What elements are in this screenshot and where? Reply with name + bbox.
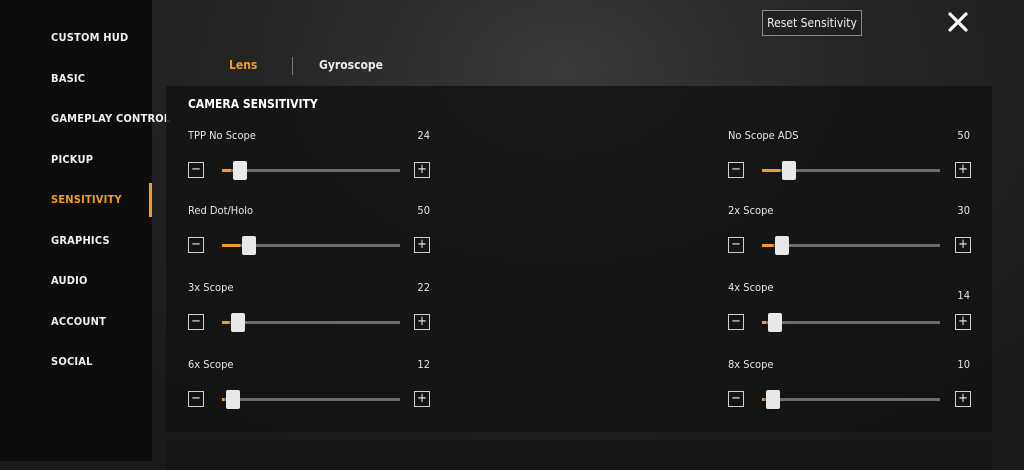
sidebar: CUSTOM HUD BASIC GAMEPLAY CONTROL PICKUP…	[0, 0, 170, 461]
sidebar-item-basic[interactable]: BASIC	[51, 72, 85, 85]
slider-track-4x-scope[interactable]	[762, 313, 940, 332]
decrease-button-3x-scope[interactable]: −	[188, 314, 204, 330]
increase-button-6x-scope[interactable]: +	[414, 391, 430, 407]
increase-button-2x-scope[interactable]: +	[955, 237, 971, 253]
slider-label-red-dot-holo: Red Dot/Holo	[188, 204, 254, 217]
increase-button-tpp-no-scope[interactable]: +	[414, 162, 430, 178]
close-icon-glyph	[948, 12, 968, 32]
slider-thumb-2x-scope[interactable]	[775, 236, 789, 255]
slider-fill-6x-scope	[222, 398, 224, 401]
slider-thumb-8x-scope[interactable]	[766, 390, 780, 409]
slider-track-tpp-no-scope[interactable]	[222, 161, 400, 180]
slider-label-no-scope-ads: No Scope ADS	[728, 129, 799, 142]
slider-thumb-3x-scope[interactable]	[231, 313, 245, 332]
slider-value-3x-scope: 22	[417, 281, 430, 294]
decrease-button-tpp-no-scope[interactable]: −	[188, 162, 204, 178]
active-indicator	[149, 183, 152, 217]
slider-value-2x-scope: 30	[957, 204, 970, 217]
slider-track-red-dot-holo[interactable]	[222, 236, 400, 255]
slider-fill-4x-scope	[762, 321, 766, 324]
increase-button-no-scope-ads[interactable]: +	[955, 162, 971, 178]
tab-gyroscope[interactable]: Gyroscope	[319, 58, 383, 72]
sidebar-item-pickup[interactable]: PICKUP	[51, 153, 93, 166]
decrease-button-2x-scope[interactable]: −	[728, 237, 744, 253]
slider-thumb-no-scope-ads[interactable]	[782, 161, 796, 180]
sidebar-item-audio[interactable]: AUDIO	[51, 274, 88, 287]
slider-track-no-scope-ads[interactable]	[762, 161, 940, 180]
decrease-button-8x-scope[interactable]: −	[728, 391, 744, 407]
increase-button-8x-scope[interactable]: +	[955, 391, 971, 407]
reset-sensitivity-button[interactable]: Reset Sensitivity	[762, 10, 862, 36]
tab-lens[interactable]: Lens	[229, 58, 257, 72]
slider-value-6x-scope: 12	[417, 358, 430, 371]
slider-fill-no-scope-ads	[762, 169, 780, 172]
sidebar-item-social[interactable]: SOCIAL	[51, 355, 93, 368]
slider-track-8x-scope[interactable]	[762, 390, 940, 409]
tab-divider	[292, 57, 293, 75]
slider-value-red-dot-holo: 50	[417, 204, 430, 217]
slider-label-8x-scope: 8x Scope	[728, 358, 774, 371]
slider-fill-tpp-no-scope	[222, 169, 231, 172]
slider-fill-red-dot-holo	[222, 244, 240, 247]
close-icon[interactable]	[946, 10, 970, 34]
increase-button-red-dot-holo[interactable]: +	[414, 237, 430, 253]
slider-fill-3x-scope	[222, 321, 229, 324]
decrease-button-4x-scope[interactable]: −	[728, 314, 744, 330]
slider-label-4x-scope: 4x Scope	[728, 281, 774, 294]
increase-button-4x-scope[interactable]: +	[955, 314, 971, 330]
slider-fill-8x-scope	[762, 398, 764, 401]
sidebar-item-sensitivity[interactable]: SENSITIVITY	[51, 193, 122, 206]
slider-thumb-tpp-no-scope[interactable]	[233, 161, 247, 180]
slider-thumb-6x-scope[interactable]	[226, 390, 240, 409]
decrease-button-6x-scope[interactable]: −	[188, 391, 204, 407]
slider-track-2x-scope[interactable]	[762, 236, 940, 255]
slider-label-tpp-no-scope: TPP No Scope	[188, 129, 256, 142]
slider-label-3x-scope: 3x Scope	[188, 281, 234, 294]
slider-fill-2x-scope	[762, 244, 773, 247]
sidebar-item-custom-hud[interactable]: CUSTOM HUD	[51, 31, 128, 44]
slider-thumb-red-dot-holo[interactable]	[242, 236, 256, 255]
slider-thumb-4x-scope[interactable]	[768, 313, 782, 332]
sidebar-item-gameplay-control[interactable]: GAMEPLAY CONTROL	[51, 112, 170, 125]
slider-value-tpp-no-scope: 24	[417, 129, 430, 142]
slider-value-4x-scope: 14	[957, 289, 970, 302]
slider-label-6x-scope: 6x Scope	[188, 358, 234, 371]
slider-track-6x-scope[interactable]	[222, 390, 400, 409]
slider-value-no-scope-ads: 50	[957, 129, 970, 142]
secondary-panel	[166, 440, 992, 470]
decrease-button-red-dot-holo[interactable]: −	[188, 237, 204, 253]
slider-value-8x-scope: 10	[957, 358, 970, 371]
slider-label-2x-scope: 2x Scope	[728, 204, 774, 217]
sidebar-item-graphics[interactable]: GRAPHICS	[51, 234, 110, 247]
slider-track-3x-scope[interactable]	[222, 313, 400, 332]
increase-button-3x-scope[interactable]: +	[414, 314, 430, 330]
decrease-button-no-scope-ads[interactable]: −	[728, 162, 744, 178]
section-title: CAMERA SENSITIVITY	[188, 97, 318, 111]
sidebar-item-account[interactable]: ACCOUNT	[51, 315, 106, 328]
camera-sensitivity-panel	[166, 86, 992, 432]
